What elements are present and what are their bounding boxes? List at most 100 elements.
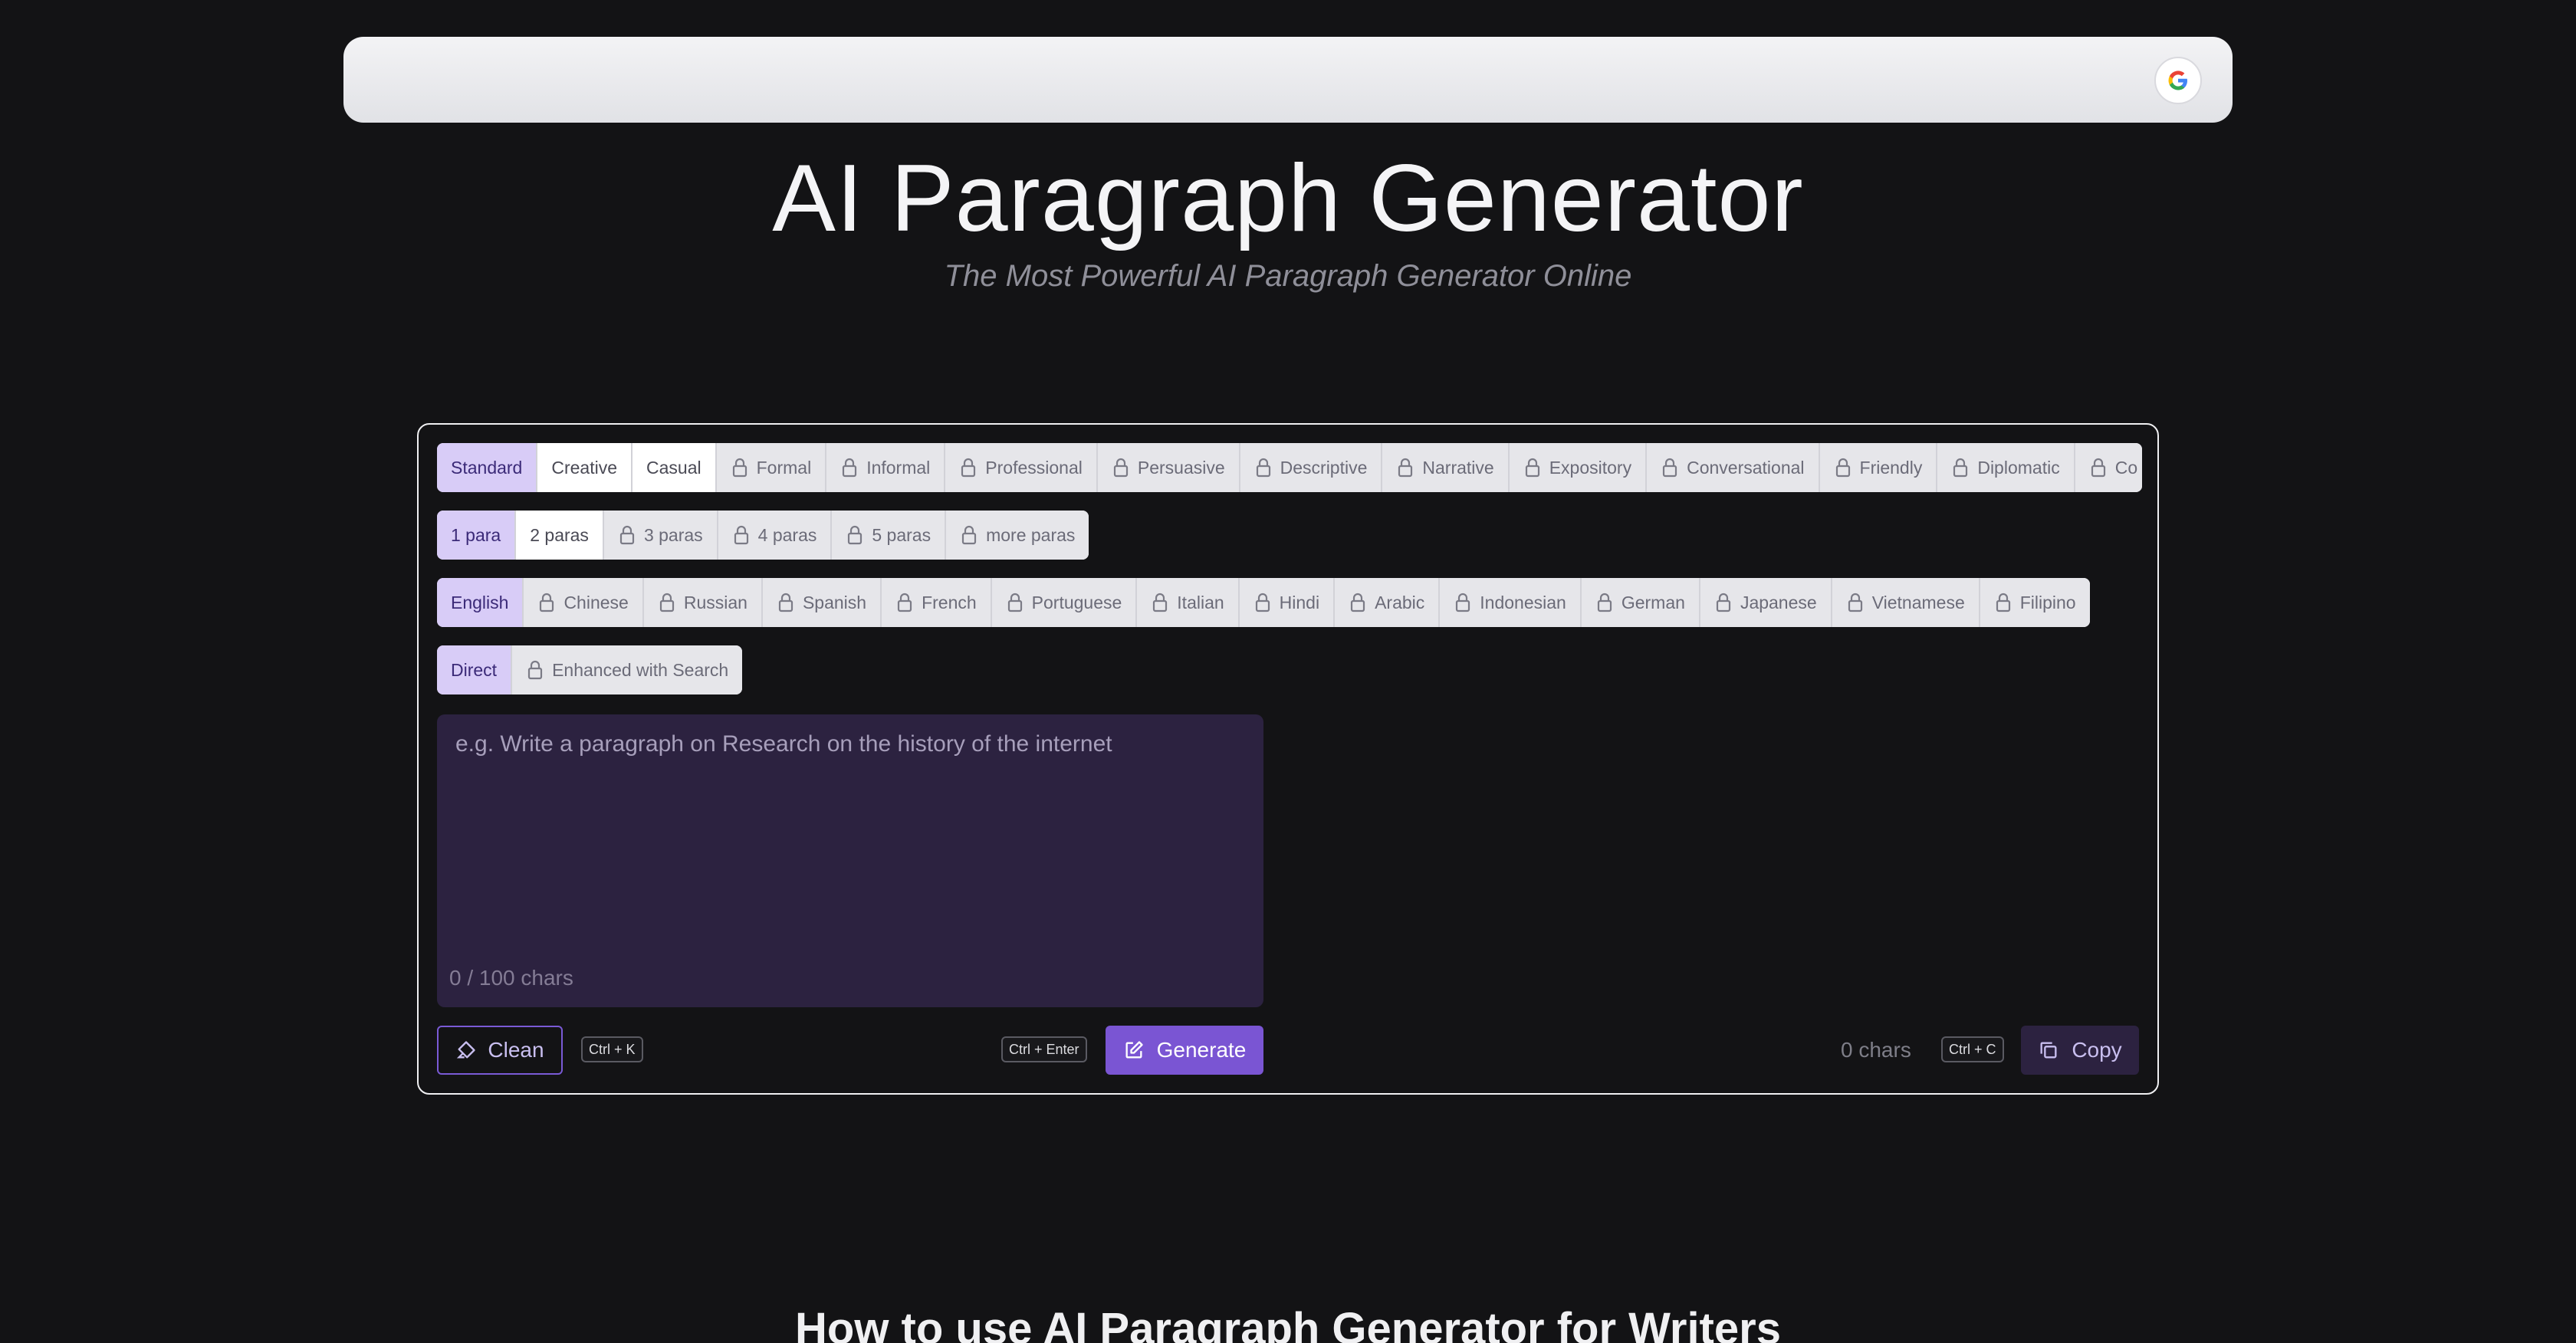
language-option-label: German — [1621, 592, 1685, 612]
lock-icon — [1848, 593, 1862, 612]
language-option-portuguese[interactable]: Portuguese — [991, 578, 1138, 627]
generator-panel: Standard Creative Casual Formal Informal Prof… — [417, 423, 2159, 1095]
language-option-english[interactable]: English — [437, 578, 524, 627]
prompt-input[interactable]: e.g. Write a paragraph on Research on th… — [437, 714, 1263, 1007]
language-option-chinese[interactable]: Chinese — [524, 578, 644, 627]
language-option-label: Indonesian — [1480, 592, 1566, 612]
lock-icon — [2091, 458, 2105, 478]
copy-icon — [2040, 1042, 2057, 1059]
length-option-label: more paras — [986, 524, 1076, 545]
language-option-label: Portuguese — [1031, 592, 1122, 612]
tone-option-persuasive[interactable]: Persuasive — [1097, 443, 1240, 492]
tone-option-label: Creative — [551, 457, 618, 478]
tone-option-conversational[interactable]: Conversational — [1647, 443, 1820, 492]
google-sign-in-button[interactable] — [2154, 57, 2202, 104]
lock-icon — [659, 593, 674, 612]
output-char-counter: 0 chars — [1841, 1038, 1911, 1062]
length-option-label: 5 paras — [872, 524, 932, 545]
language-option-label: Spanish — [802, 592, 867, 612]
clean-label: Clean — [488, 1038, 544, 1062]
lock-icon — [1953, 458, 1968, 478]
tone-option-narrative[interactable]: Narrative — [1382, 443, 1510, 492]
generate-shortcut-hint: Ctrl + Enter — [1001, 1036, 1087, 1062]
lock-icon — [961, 525, 977, 545]
tone-option-formal[interactable]: Formal — [716, 443, 827, 492]
length-option-5-paras[interactable]: 5 paras — [832, 511, 947, 560]
copy-shortcut-hint: Ctrl + C — [1941, 1036, 2004, 1062]
eraser-icon — [457, 1041, 476, 1059]
lock-icon — [1662, 458, 1677, 478]
tone-option-label: Expository — [1549, 457, 1632, 478]
tone-option-descriptive[interactable]: Descriptive — [1240, 443, 1383, 492]
language-option-indonesian[interactable]: Indonesian — [1440, 578, 1582, 627]
tone-option-expository[interactable]: Expository — [1509, 443, 1648, 492]
tone-option-label: Standard — [451, 457, 523, 478]
length-option-3-paras[interactable]: 3 paras — [603, 511, 718, 560]
language-option-spanish[interactable]: Spanish — [762, 578, 882, 627]
tone-option-co[interactable]: Co — [2075, 443, 2142, 492]
lock-icon — [848, 525, 863, 545]
length-option-2-paras[interactable]: 2 paras — [516, 511, 604, 560]
generate-button[interactable]: Generate — [1106, 1026, 1263, 1075]
length-option-label: 2 paras — [530, 524, 589, 545]
edit-icon — [1125, 1041, 1143, 1059]
length-option-label: 3 paras — [643, 524, 703, 545]
tone-option-diplomatic[interactable]: Diplomatic — [1937, 443, 2075, 492]
tone-option-label: Informal — [866, 457, 931, 478]
length-option-label: 4 paras — [757, 524, 817, 545]
language-option-russian[interactable]: Russian — [643, 578, 763, 627]
tone-option-label: Conversational — [1687, 457, 1805, 478]
language-option-japanese[interactable]: Japanese — [1700, 578, 1832, 627]
language-option-label: French — [922, 592, 977, 612]
tone-option-creative[interactable]: Creative — [537, 443, 633, 492]
mode-option-label: Direct — [451, 659, 498, 680]
length-option-1-para[interactable]: 1 para — [437, 511, 517, 560]
language-option-vietnamese[interactable]: Vietnamese — [1832, 578, 1980, 627]
mode-option-label: Enhanced with Search — [552, 659, 729, 680]
tone-option-label: Descriptive — [1280, 457, 1368, 478]
lock-icon — [1996, 593, 2010, 612]
tone-option-label: Diplomatic — [1977, 457, 2060, 478]
language-option-filipino[interactable]: Filipino — [1980, 578, 2090, 627]
lock-icon — [732, 458, 747, 478]
clean-shortcut-hint: Ctrl + K — [581, 1036, 643, 1062]
language-option-german[interactable]: German — [1581, 578, 1700, 627]
language-option-label: Vietnamese — [1871, 592, 1965, 612]
lock-icon — [1007, 593, 1022, 612]
language-option-italian[interactable]: Italian — [1137, 578, 1240, 627]
lock-icon — [1350, 593, 1365, 612]
page-title: AI Paragraph Generator — [772, 146, 1804, 251]
top-bar — [343, 37, 2233, 123]
tone-option-label: Casual — [646, 457, 702, 478]
language-option-hindi[interactable]: Hindi — [1239, 578, 1336, 627]
language-option-label: Arabic — [1375, 592, 1425, 612]
tone-option-informal[interactable]: Informal — [826, 443, 946, 492]
copy-button[interactable]: Copy — [2021, 1026, 2139, 1075]
how-to-heading: How to use AI Paragraph Generator for Wr… — [795, 1304, 1781, 1343]
google-g-icon — [2168, 71, 2187, 90]
generate-label: Generate — [1156, 1038, 1247, 1062]
length-option-more-paras[interactable]: more paras — [946, 511, 1089, 560]
lock-icon — [1153, 593, 1168, 612]
tone-option-professional[interactable]: Professional — [945, 443, 1098, 492]
language-option-french[interactable]: French — [882, 578, 992, 627]
lock-icon — [619, 525, 635, 545]
language-option-label: Italian — [1177, 592, 1224, 612]
mode-selector: Direct Enhanced with Search — [437, 645, 743, 694]
clean-button[interactable]: Clean — [437, 1026, 563, 1075]
lock-icon — [540, 593, 554, 612]
tone-option-label: Narrative — [1422, 457, 1494, 478]
length-option-4-paras[interactable]: 4 paras — [718, 511, 833, 560]
tone-option-casual[interactable]: Casual — [632, 443, 717, 492]
tone-option-friendly[interactable]: Friendly — [1819, 443, 1938, 492]
language-option-label: Chinese — [564, 592, 629, 612]
lock-icon — [1456, 593, 1470, 612]
mode-option-direct[interactable]: Direct — [437, 645, 513, 694]
tone-option-standard[interactable]: Standard — [437, 443, 538, 492]
lock-icon — [961, 458, 976, 478]
mode-option-enhanced-with-search[interactable]: Enhanced with Search — [512, 645, 743, 694]
language-option-arabic[interactable]: Arabic — [1335, 578, 1441, 627]
language-option-label: Hindi — [1279, 592, 1320, 612]
length-selector: 1 para 2 paras 3 paras 4 paras 5 paras more p… — [437, 511, 1089, 560]
tone-option-label: Professional — [985, 457, 1083, 478]
